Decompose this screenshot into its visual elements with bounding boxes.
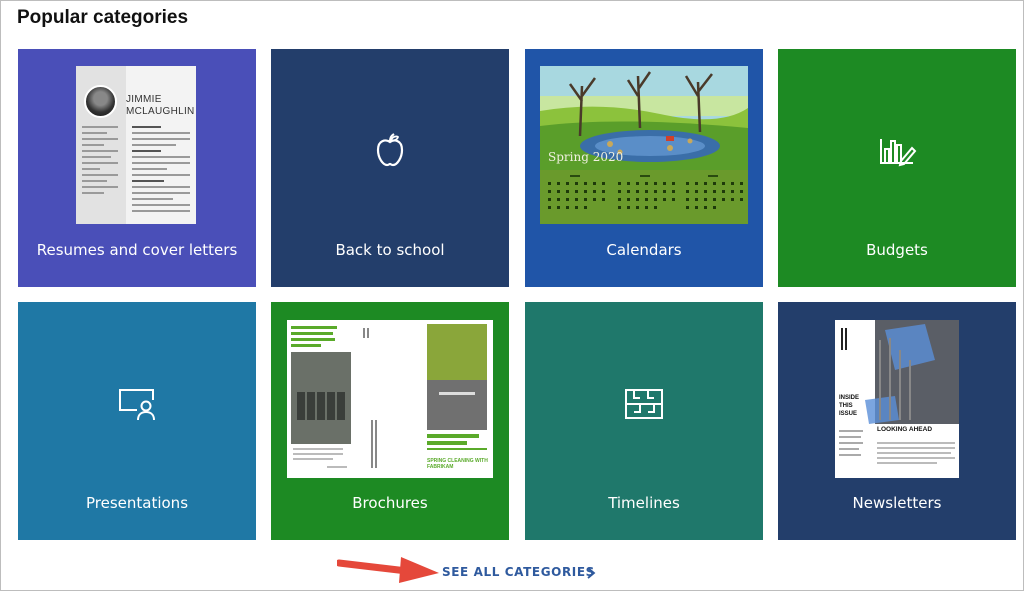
tile-label: Timelines xyxy=(608,494,680,512)
brochure-thumbnail: SPRING CLEANING WITH FABRIKAM xyxy=(287,320,493,478)
see-all-categories-link[interactable]: SEE ALL CATEGORIES xyxy=(442,565,595,579)
tile-label: Resumes and cover letters xyxy=(36,241,238,259)
tile-resumes[interactable]: JIMMIE MCLAUGHLIN Resumes and cover lett… xyxy=(18,49,256,287)
tile-calendars[interactable]: Spring 2020 Calendars xyxy=(525,49,763,287)
calendar-thumbnail: Spring 2020 xyxy=(540,66,748,224)
brochure-headline: SPRING CLEANING WITH FABRIKAM xyxy=(427,458,488,470)
tile-label: Calendars xyxy=(606,241,682,259)
newsletter-feature: LOOKING AHEAD xyxy=(877,426,933,433)
tile-brochures[interactable]: SPRING CLEANING WITH FABRIKAM Brochures xyxy=(271,302,509,540)
tile-newsletters[interactable]: INSIDE THIS ISSUE LOOKING AHEAD Newslett… xyxy=(778,302,1016,540)
bar-chart-pencil-icon xyxy=(880,139,917,167)
tile-label: Budgets xyxy=(866,241,928,259)
tile-budgets[interactable]: Budgets xyxy=(778,49,1016,287)
chevron-right-icon[interactable] xyxy=(585,565,597,581)
tile-label: Newsletters xyxy=(852,494,942,512)
red-arrow-icon xyxy=(337,557,439,583)
resume-name-first: JIMMIE xyxy=(126,94,162,105)
timeline-grid-icon xyxy=(625,389,663,419)
calendar-caption: Spring 2020 xyxy=(548,150,624,164)
tile-label: Presentations xyxy=(85,494,189,512)
tile-timelines[interactable]: Timelines xyxy=(525,302,763,540)
tile-label: Brochures xyxy=(352,494,428,512)
calendar-month-grids xyxy=(548,175,743,209)
resume-name-last: MCLAUGHLIN xyxy=(126,106,195,117)
tile-label: Back to school xyxy=(335,241,445,259)
resume-photo xyxy=(84,85,117,118)
newsletter-thumbnail: INSIDE THIS ISSUE LOOKING AHEAD xyxy=(835,320,959,478)
newsletter-issue-label: INSIDE THIS ISSUE xyxy=(839,395,860,417)
screen-person-icon xyxy=(119,389,155,421)
resume-thumbnail: JIMMIE MCLAUGHLIN xyxy=(76,66,196,224)
tile-presentations[interactable]: Presentations xyxy=(18,302,256,540)
categories-panel: Popular categories JIMMIE MCLAUGHLIN Res… xyxy=(0,0,1024,591)
tile-back-to-school[interactable]: Back to school xyxy=(271,49,509,287)
section-heading: Popular categories xyxy=(17,7,189,28)
apple-icon xyxy=(376,133,404,167)
